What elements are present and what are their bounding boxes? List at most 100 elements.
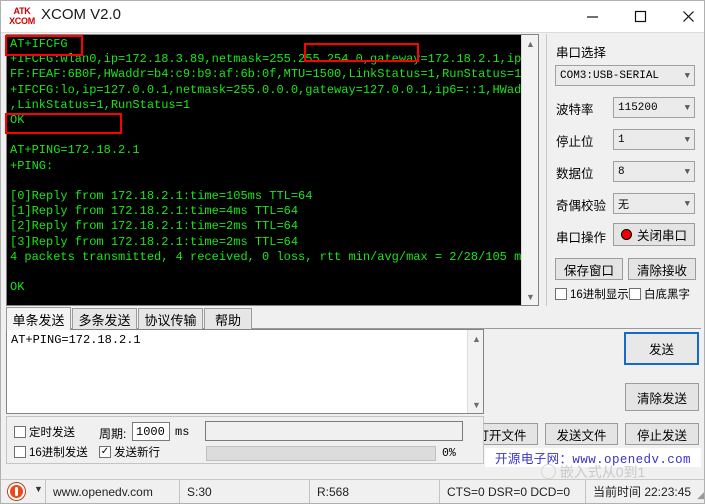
status-received-count: R:568 — [309, 480, 439, 503]
hex-send-checkbox[interactable]: 16进制发送 — [14, 444, 88, 460]
status-site[interactable]: www.openedv.com — [45, 480, 179, 503]
terminal-scrollbar[interactable]: ▲ ▼ — [521, 35, 538, 305]
tab-protocol-transfer-label: 协议传输 — [144, 312, 197, 328]
checkbox-box — [555, 288, 567, 300]
stopbits-dropdown[interactable]: 1 ▼ — [613, 129, 695, 150]
watermark-secondary: 嵌入式从0到1 — [485, 463, 701, 480]
port-status-led-icon — [620, 229, 632, 240]
checkbox-box: ✓ — [99, 446, 111, 458]
chevron-down-icon: ▼ — [684, 102, 690, 113]
checkbox-box — [14, 426, 26, 438]
chevron-down-icon[interactable]: ▼ — [34, 484, 43, 494]
period-value: 1000 — [136, 424, 165, 439]
send-options-group: 定时发送 周期: 1000 ms 16进制发送 ✓ 发送新行 0% — [6, 416, 484, 464]
scroll-up-icon[interactable]: ▲ — [522, 35, 538, 52]
window-title: XCOM V2.0 — [41, 6, 122, 23]
tab-multi-send-label: 多条发送 — [78, 312, 131, 328]
tab-single-send-label: 单条发送 — [12, 312, 65, 328]
file-path-input[interactable] — [205, 421, 463, 441]
tab-multi-send[interactable]: 多条发送 — [72, 308, 137, 329]
close-port-label: 关闭串口 — [636, 229, 687, 243]
send-textarea[interactable]: AT+PING=172.18.2.1 ▲ ▼ — [6, 329, 484, 414]
send-scrollbar[interactable]: ▲ ▼ — [467, 330, 483, 413]
chevron-down-icon: ▼ — [684, 134, 690, 145]
status-signals: CTS=0 DSR=0 DCD=0 — [439, 480, 585, 503]
terminal-output: AT+IFCFG +IFCFG:wlan0,ip=172.18.3.89,net… — [10, 37, 538, 295]
send-text-value: AT+PING=172.18.2.1 — [11, 333, 141, 347]
serial-config-panel: 串口选择 COM3:USB-SERIAL ▼ 波特率 115200 ▼ 停止位 … — [546, 34, 701, 306]
period-label: 周期: — [99, 427, 127, 441]
checkbox-box — [14, 446, 26, 458]
operation-label: 串口操作 — [556, 231, 607, 245]
watermark-circle-icon — [540, 464, 556, 479]
close-port-button[interactable]: 关闭串口 — [613, 223, 695, 246]
send-file-button[interactable]: 发送文件 — [545, 423, 618, 445]
app-logo-icon: ATK XCOM — [9, 6, 35, 28]
stop-send-label: 停止发送 — [636, 428, 687, 443]
parity-value: 无 — [618, 199, 629, 212]
watermark-secondary-text: 嵌入式从0到1 — [559, 463, 646, 480]
send-button[interactable]: 发送 — [624, 332, 699, 365]
databits-label: 数据位 — [556, 167, 594, 181]
chevron-down-icon: ▼ — [684, 198, 690, 209]
baud-value: 115200 — [618, 101, 658, 114]
send-button-label: 发送 — [648, 343, 674, 357]
tab-help-label: 帮助 — [214, 312, 241, 328]
clear-send-button[interactable]: 清除发送 — [625, 383, 699, 411]
clear-receive-label: 清除接收 — [636, 263, 687, 278]
chevron-down-icon: ▼ — [684, 166, 690, 177]
transfer-progress-bar — [206, 446, 436, 461]
timed-send-checkbox[interactable]: 定时发送 — [14, 424, 75, 440]
baud-label: 波特率 — [556, 103, 594, 117]
stopbits-value: 1 — [618, 133, 625, 146]
app-status-icon — [8, 483, 25, 500]
receive-terminal[interactable]: AT+IFCFG +IFCFG:wlan0,ip=172.18.3.89,net… — [6, 34, 539, 306]
white-background-label: 白底黑字 — [644, 289, 690, 301]
status-current-time: 当前时间 22:23:45 — [585, 480, 700, 503]
port-select-value: COM3:USB-SERIAL — [560, 69, 660, 82]
parity-dropdown[interactable]: 无 ▼ — [613, 193, 695, 214]
stopbits-label: 停止位 — [556, 135, 594, 149]
white-background-checkbox[interactable]: 白底黑字 — [629, 286, 690, 302]
maximize-icon[interactable] — [617, 1, 663, 31]
period-unit-label: ms — [175, 425, 190, 439]
databits-dropdown[interactable]: 8 ▼ — [613, 161, 695, 182]
send-newline-checkbox[interactable]: ✓ 发送新行 — [99, 444, 160, 460]
status-bar: ▼ www.openedv.com S:30 R:568 CTS=0 DSR=0… — [1, 479, 704, 503]
scroll-up-icon[interactable]: ▲ — [468, 330, 485, 347]
status-sent-count: S:30 — [179, 480, 309, 503]
stop-send-button[interactable]: 停止发送 — [625, 423, 699, 445]
close-icon[interactable] — [665, 1, 704, 31]
xcom-window: ATK XCOM XCOM V2.0 AT+IFCFG +IFCFG:wlan0… — [0, 0, 705, 504]
save-window-label: 保存窗口 — [563, 263, 614, 278]
timed-send-label: 定时发送 — [29, 427, 75, 439]
databits-value: 8 — [618, 165, 625, 178]
chevron-down-icon: ▼ — [684, 70, 690, 81]
port-select-label: 串口选择 — [556, 46, 607, 60]
hex-display-checkbox[interactable]: 16进制显示 — [555, 286, 629, 302]
tab-single-send[interactable]: 单条发送 — [6, 307, 71, 330]
transfer-progress-percent: 0% — [442, 447, 456, 460]
tab-strip: 单条发送 多条发送 协议传输 帮助 — [6, 307, 701, 330]
send-file-label: 发送文件 — [556, 428, 607, 443]
tab-help[interactable]: 帮助 — [204, 308, 252, 329]
title-bar: ATK XCOM XCOM V2.0 — [1, 1, 704, 33]
minimize-icon[interactable] — [569, 1, 615, 31]
hex-display-label: 16进制显示 — [570, 289, 629, 301]
parity-label: 奇偶校验 — [556, 199, 607, 213]
save-window-button[interactable]: 保存窗口 — [555, 258, 623, 280]
app-logo-line1: ATK — [13, 6, 31, 16]
send-newline-label: 发送新行 — [114, 447, 160, 459]
baud-dropdown[interactable]: 115200 ▼ — [613, 97, 695, 118]
checkbox-box — [629, 288, 641, 300]
resize-grip-icon[interactable]: ◢ — [697, 490, 704, 501]
scroll-down-icon[interactable]: ▼ — [522, 288, 538, 305]
app-logo-line2: XCOM — [9, 16, 35, 26]
tab-protocol-transfer[interactable]: 协议传输 — [138, 308, 203, 329]
port-select-dropdown[interactable]: COM3:USB-SERIAL ▼ — [555, 65, 695, 86]
hex-send-label: 16进制发送 — [29, 447, 88, 459]
period-input[interactable]: 1000 — [132, 422, 170, 441]
clear-send-label: 清除发送 — [636, 391, 687, 406]
clear-receive-button[interactable]: 清除接收 — [628, 258, 696, 280]
scroll-down-icon[interactable]: ▼ — [468, 396, 485, 413]
